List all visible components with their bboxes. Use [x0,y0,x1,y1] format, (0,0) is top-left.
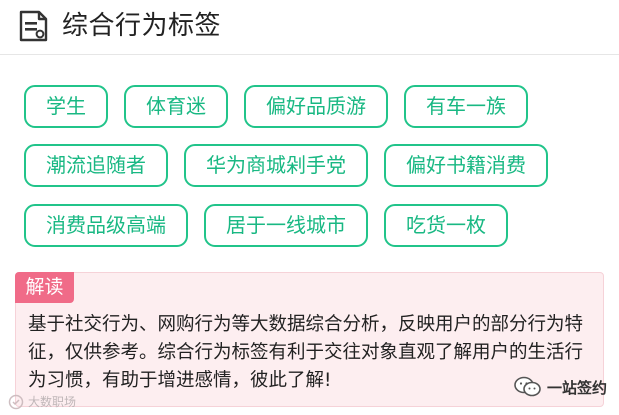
tag-tier1-city: 居于一线城市 [204,204,368,247]
tag-car-owner: 有车一族 [404,85,528,128]
tag-foodie: 吃货一枚 [384,204,508,247]
tag-row-3: 消费品级高端 居于一线城市 吃货一枚 [24,204,508,247]
header-bar: 综合行为标签 [0,0,619,55]
brand-logo-icon [8,394,24,409]
watermark-left-text: 大数职场 [28,395,77,409]
tag-trend-follower: 潮流追随者 [24,144,168,187]
watermark-left: 大数职场 [8,393,76,410]
tag-sports-fan: 体育迷 [124,85,228,128]
tag-quality-travel: 偏好品质游 [244,85,388,128]
tag-row-2: 潮流追随者 华为商城剁手党 偏好书籍消费 [24,144,548,187]
wechat-icon [514,376,541,397]
interpretation-badge: 解读 [15,272,74,303]
document-list-icon [19,10,48,42]
watermark-right: 一站签约 [513,375,607,399]
page-title: 综合行为标签 [62,11,222,41]
tag-row-1: 学生 体育迷 偏好品质游 有车一族 [24,85,528,128]
tag-book-consumer: 偏好书籍消费 [384,144,548,187]
watermark-right-text: 一站签约 [547,378,608,397]
interpretation-text: 基于社交行为、网购行为等大数据综合分析，反映用户的部分行为特征，仅供参考。综合行… [28,314,584,391]
tag-huawei-shopper: 华为商城剁手党 [184,144,368,187]
tag-student: 学生 [24,85,108,128]
tag-high-end-consumer: 消费品级高端 [24,204,188,247]
